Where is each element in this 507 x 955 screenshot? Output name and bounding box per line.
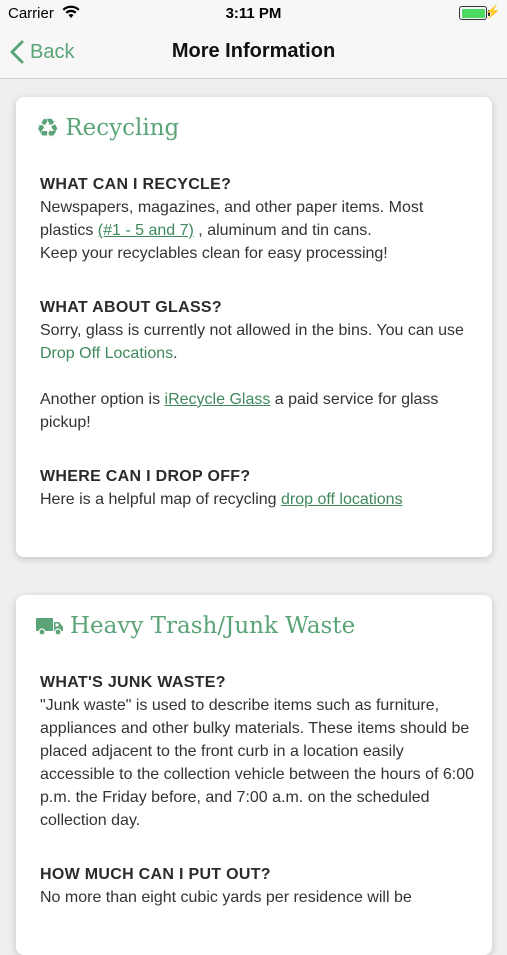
junk-faq-how-much: HOW MUCH CAN I PUT OUT? No more than eig…	[40, 863, 480, 909]
recycle-faq-drop-off: WHERE CAN I DROP OFF? Here is a helpful …	[40, 465, 480, 511]
question-glass: WHAT ABOUT GLASS?	[40, 299, 222, 316]
junk-waste-card: Heavy Trash/Junk Waste WHAT'S JUNK WASTE…	[16, 595, 492, 955]
page-title: More Information	[171, 40, 336, 62]
question-drop-off: WHERE CAN I DROP OFF?	[40, 468, 251, 485]
drop-off-map-link[interactable]: drop off locations	[281, 491, 403, 508]
junk-faq-what: WHAT'S JUNK WASTE? "Junk waste" is used …	[40, 671, 480, 832]
answer-text: Another option is	[40, 391, 165, 408]
recycling-header: ♻ Recycling	[36, 115, 179, 141]
drop-off-locations-link[interactable]: Drop Off Locations	[40, 345, 173, 362]
recycling-card: ♻ Recycling WHAT CAN I RECYCLE? Newspape…	[16, 97, 492, 557]
recycling-title: Recycling	[65, 115, 180, 141]
truck-icon	[36, 618, 63, 636]
answer-text: , aluminum and tin cans.	[193, 222, 372, 239]
recycle-faq-glass: WHAT ABOUT GLASS? Sorry, glass is curren…	[40, 296, 480, 365]
plastics-link[interactable]: (#1 - 5 and 7)	[98, 222, 194, 239]
answer-text: Keep your recyclables clean for easy pro…	[40, 245, 388, 262]
charging-icon: ⚡	[484, 4, 501, 19]
answer-how-much: No more than eight cubic yards per resid…	[40, 889, 412, 906]
status-bar: Carrier 3:11 PM ⚡	[0, 0, 507, 28]
irecycle-glass-link[interactable]: iRecycle Glass	[165, 391, 271, 408]
answer-glass: Sorry, glass is currently not allowed in…	[40, 319, 480, 365]
battery-icon	[459, 6, 490, 20]
recycle-faq-irecycle: Another option is iRecycle Glass a paid …	[40, 388, 480, 434]
junk-header: Heavy Trash/Junk Waste	[36, 613, 355, 639]
clock: 3:11 PM	[225, 5, 282, 22]
answer-what-can-i-recycle: Newspapers, magazines, and other paper i…	[40, 196, 480, 265]
recycle-icon: ♻	[36, 113, 60, 143]
question-how-much: HOW MUCH CAN I PUT OUT?	[40, 866, 271, 883]
recycle-faq-what: WHAT CAN I RECYCLE? Newspapers, magazine…	[40, 173, 480, 265]
navigation-bar: Back More Information	[0, 28, 507, 79]
answer-junk-waste: "Junk waste" is used to describe items s…	[40, 697, 475, 829]
question-junk-waste: WHAT'S JUNK WASTE?	[40, 674, 226, 691]
question-what-can-i-recycle: WHAT CAN I RECYCLE?	[40, 176, 232, 193]
junk-title: Heavy Trash/Junk Waste	[70, 613, 356, 639]
answer-text: .	[173, 345, 178, 362]
answer-text: Here is a helpful map of recycling	[40, 491, 281, 508]
answer-text: Sorry, glass is currently not allowed in…	[40, 322, 464, 339]
answer-drop-off: Here is a helpful map of recycling drop …	[40, 488, 480, 511]
